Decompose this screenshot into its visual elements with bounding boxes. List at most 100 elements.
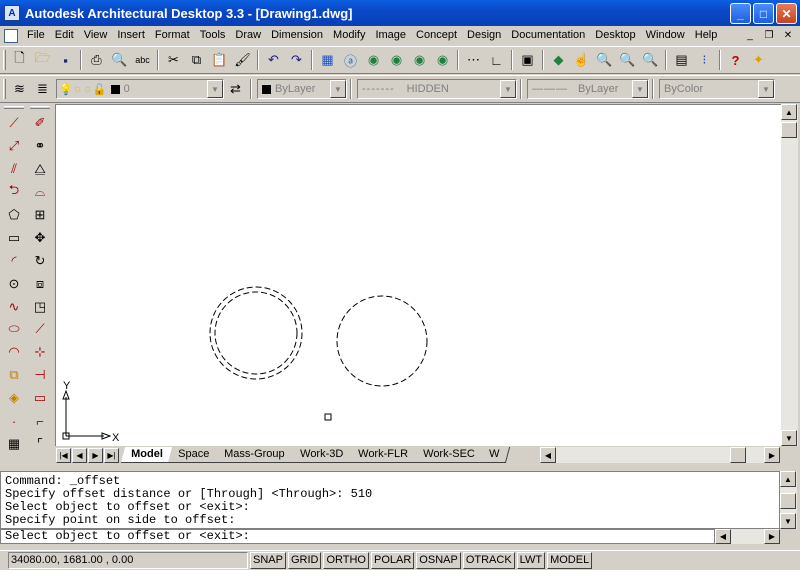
menu-image[interactable]: Image: [370, 27, 411, 44]
polygon-icon[interactable]: ⬠: [3, 204, 25, 227]
snap-toggle[interactable]: SNAP: [250, 552, 286, 569]
named-views-icon[interactable]: ▣: [516, 49, 539, 71]
minimize-button[interactable]: _: [730, 3, 751, 24]
construction-line-icon[interactable]: ⤢: [3, 135, 25, 158]
command-line-input[interactable]: Select object to offset or <exit>:: [0, 529, 715, 544]
tab-work-3d[interactable]: Work-3D: [289, 447, 354, 463]
tab-work-sec[interactable]: Work-SEC: [412, 447, 486, 463]
pan-realtime-icon[interactable]: ☝: [570, 49, 593, 71]
toolbar-grip[interactable]: [3, 50, 6, 70]
polyline-icon[interactable]: ⮌: [3, 181, 25, 204]
menu-format[interactable]: Format: [150, 27, 195, 44]
make-layer-current-icon[interactable]: ≣: [31, 78, 54, 100]
drawing-canvas[interactable]: Y X: [55, 104, 781, 446]
offset-circle-inner[interactable]: [214, 291, 298, 375]
hatch-icon[interactable]: ▦: [3, 432, 25, 455]
menu-desktop[interactable]: Desktop: [590, 27, 640, 44]
make-block-icon[interactable]: ◈: [3, 387, 25, 410]
spell-check-icon[interactable]: abc: [131, 49, 154, 71]
line-icon[interactable]: ⟋: [3, 112, 25, 135]
copy-icon[interactable]: ⧉: [185, 49, 208, 71]
menu-view[interactable]: View: [79, 27, 113, 44]
properties-icon[interactable]: ▤: [670, 49, 693, 71]
web-icon-4[interactable]: ◉: [431, 49, 454, 71]
prev-tab-icon[interactable]: ◀: [72, 447, 87, 463]
chevron-down-icon[interactable]: ▼: [207, 80, 223, 98]
menu-insert[interactable]: Insert: [112, 27, 150, 44]
linetype-dropdown[interactable]: ------- HIDDEN ▼: [357, 79, 517, 99]
last-tab-icon[interactable]: ▶|: [104, 447, 119, 463]
chevron-down-icon[interactable]: ▼: [632, 80, 648, 98]
zoom-previous-icon[interactable]: 🔍: [639, 49, 662, 71]
lineweight-dropdown[interactable]: ——— ByLayer ▼: [527, 79, 649, 99]
move-icon[interactable]: ✥: [29, 226, 51, 249]
offset-circle-outer[interactable]: [209, 286, 303, 380]
first-tab-icon[interactable]: |◀: [56, 447, 71, 463]
insert-block-icon[interactable]: ⧉: [3, 364, 25, 387]
tab-model[interactable]: Model: [120, 447, 174, 463]
ucs-icon[interactable]: ∟: [485, 49, 508, 71]
horizontal-scrollbar[interactable]: ◀ ▶: [540, 447, 780, 463]
paste-icon[interactable]: 📋: [208, 49, 231, 71]
zoom-realtime-icon[interactable]: 🔍: [593, 49, 616, 71]
layer-previous-icon[interactable]: ⇄: [224, 78, 247, 100]
doc-close-button[interactable]: ✕: [780, 28, 796, 42]
doc-restore-button[interactable]: ❐: [761, 28, 777, 42]
command-history[interactable]: Command: _offset Specify offset distance…: [0, 471, 780, 529]
scale-icon[interactable]: ⧈: [29, 272, 51, 295]
scroll-down-icon[interactable]: ▼: [780, 513, 796, 529]
osnap-toggle[interactable]: OSNAP: [416, 552, 461, 569]
3d-orbit-icon[interactable]: ◆: [547, 49, 570, 71]
polar-toggle[interactable]: POLAR: [371, 552, 415, 569]
copy-object-icon[interactable]: ⚭: [29, 135, 51, 158]
open-folder-icon[interactable]: 🗁: [31, 49, 54, 71]
close-button[interactable]: ✕: [776, 3, 797, 24]
offset-icon[interactable]: ⌓: [29, 181, 51, 204]
spline-icon[interactable]: ∿: [3, 295, 25, 318]
web-browse-icon[interactable]: ◉: [362, 49, 385, 71]
chevron-down-icon[interactable]: ▼: [758, 80, 774, 98]
menu-file[interactable]: File: [22, 27, 50, 44]
menu-concept[interactable]: Concept: [411, 27, 462, 44]
scroll-right-icon[interactable]: ▶: [764, 529, 780, 544]
plotstyle-dropdown[interactable]: ByColor ▼: [659, 79, 775, 99]
vertical-scrollbar[interactable]: ▲ ▼: [781, 104, 798, 446]
layer-manager-icon[interactable]: ≋: [8, 78, 31, 100]
lwt-toggle[interactable]: LWT: [516, 552, 546, 569]
ellipse-icon[interactable]: ⬭: [3, 318, 25, 341]
save-icon[interactable]: ▪: [54, 49, 77, 71]
scroll-left-icon[interactable]: ◀: [540, 447, 556, 463]
lengthen-icon[interactable]: ⟋: [29, 318, 51, 341]
print-icon[interactable]: ⎙: [85, 49, 108, 71]
autocad-app-icon[interactable]: A: [4, 5, 20, 21]
tool-palette-icon[interactable]: ⁝: [693, 49, 716, 71]
menu-documentation[interactable]: Documentation: [506, 27, 590, 44]
doc-minimize-button[interactable]: _: [742, 28, 758, 42]
tab-truncated[interactable]: W: [479, 447, 511, 463]
chevron-down-icon[interactable]: ▼: [500, 80, 516, 98]
undo-icon[interactable]: ↶: [262, 49, 285, 71]
maximize-button[interactable]: □: [753, 3, 774, 24]
break-icon[interactable]: ▭: [29, 387, 51, 410]
scroll-right-icon[interactable]: ▶: [764, 447, 780, 463]
match-properties-icon[interactable]: 🖌: [231, 49, 254, 71]
fillet-icon[interactable]: ⌜: [29, 432, 51, 455]
web-icon-3[interactable]: ◉: [408, 49, 431, 71]
command-scroll-thumb[interactable]: [780, 493, 796, 509]
menu-help[interactable]: Help: [690, 27, 723, 44]
command-line-scrollbar[interactable]: ◀ ▶: [715, 529, 780, 544]
trim-icon[interactable]: ⊹: [29, 341, 51, 364]
web-icon-2[interactable]: ◉: [385, 49, 408, 71]
layer-dropdown[interactable]: 💡 ☼ ☼ 🔓 0 ▼: [56, 79, 224, 99]
desktop-icon[interactable]: ✦: [747, 49, 770, 71]
erase-icon[interactable]: ✐: [29, 112, 51, 135]
source-circle[interactable]: [336, 295, 428, 387]
array-icon[interactable]: ⊞: [29, 204, 51, 227]
help-icon[interactable]: ?: [724, 49, 747, 71]
ortho-toggle[interactable]: ORTHO: [323, 552, 369, 569]
menu-draw[interactable]: Draw: [230, 27, 266, 44]
tab-space[interactable]: Space: [167, 447, 221, 463]
mirror-icon[interactable]: ⧋: [29, 158, 51, 181]
design-center-icon[interactable]: ▦: [316, 49, 339, 71]
extend-icon[interactable]: ⊣: [29, 364, 51, 387]
